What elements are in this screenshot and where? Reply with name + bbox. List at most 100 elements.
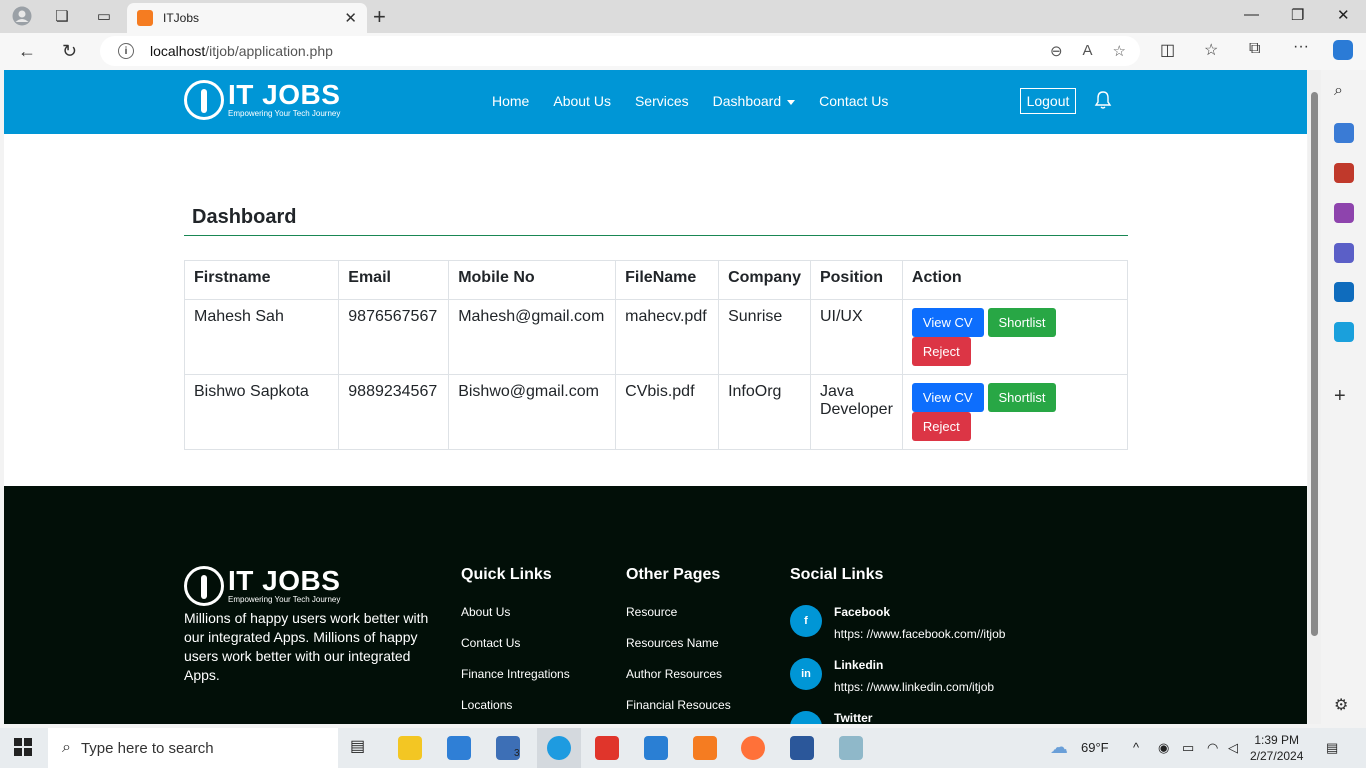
reject-button[interactable]: Reject [911, 412, 971, 441]
quick-links-column: Quick Links About Us Contact Us Finance … [461, 566, 570, 724]
shopping-icon[interactable] [1334, 123, 1354, 143]
nav-services[interactable]: Services [635, 93, 689, 109]
tray-chevron-icon[interactable]: ^ [1133, 740, 1139, 755]
restore-icon[interactable]: ❐ [1291, 6, 1304, 24]
copilot-icon[interactable] [1333, 40, 1353, 60]
nav-contact-us[interactable]: Contact Us [819, 93, 888, 109]
search-icon[interactable]: ⌕ [1334, 82, 1354, 102]
word-icon[interactable] [790, 736, 814, 760]
outlook-icon[interactable] [1334, 282, 1354, 302]
tab-actions-icon[interactable]: ▭ [92, 5, 116, 27]
notification-bell-icon[interactable] [1094, 90, 1112, 112]
microsoft-store-icon[interactable] [447, 736, 471, 760]
social-name: Linkedin [834, 658, 884, 672]
page-viewport: IT JOBS Empowering Your Tech Journey Hom… [4, 70, 1307, 724]
nav-home[interactable]: Home [492, 93, 529, 109]
taskbar-search-box[interactable]: ⌕ Type here to search [48, 728, 338, 768]
search-icon: ⌕ [62, 739, 71, 756]
social-item-linkedin[interactable]: in Linkedin https: //www.linkedin.com/it… [790, 658, 1005, 711]
weather-icon[interactable]: ☁ [1050, 737, 1068, 758]
split-screen-icon[interactable]: ◫ [1160, 40, 1175, 60]
twitter-icon [790, 711, 822, 724]
shortlist-button[interactable]: Shortlist [987, 383, 1057, 412]
file-explorer-icon[interactable] [398, 736, 422, 760]
social-item-twitter[interactable]: Twitter [790, 711, 1005, 724]
footer-link[interactable]: Finance Intregations [461, 667, 570, 698]
table-row: Mahesh Sah 9876567567 Mahesh@gmail.com m… [183, 299, 1129, 375]
zoom-out-icon[interactable]: ⊖ [1050, 42, 1063, 60]
notes-app-icon[interactable] [839, 736, 863, 760]
favorite-star-icon[interactable]: ☆ [1113, 42, 1126, 60]
url-path: /itjob/application.php [205, 43, 333, 59]
column-header: Mobile No [448, 260, 617, 300]
site-info-icon[interactable]: i [118, 43, 134, 59]
cell-firstname: Mahesh Sah [183, 299, 340, 375]
site-logo[interactable]: IT JOBS Empowering Your Tech Journey [184, 80, 340, 120]
scrollbar-thumb[interactable] [1311, 92, 1318, 636]
windows-start-icon[interactable] [14, 738, 32, 756]
tools-icon[interactable] [1334, 163, 1354, 183]
edge-icon[interactable] [547, 736, 571, 760]
shortlist-button[interactable]: Shortlist [987, 308, 1057, 337]
workspaces-icon[interactable]: ❏ [50, 5, 74, 27]
volume-icon[interactable]: ◁ [1228, 740, 1238, 756]
notifications-icon[interactable]: ▤ [1326, 740, 1338, 756]
profile-icon[interactable] [10, 5, 34, 27]
windows-taskbar: ⌕ Type here to search ▤ 3 ☁ 69°F ^ ◉ ▭ ◠… [0, 728, 1366, 768]
logout-button[interactable]: Logout [1020, 88, 1076, 114]
battery-icon[interactable]: ▭ [1182, 740, 1194, 756]
add-sidebar-icon[interactable]: + [1334, 385, 1354, 407]
wifi-icon[interactable]: ◠ [1207, 740, 1218, 756]
task-view-icon[interactable]: ▤ [350, 736, 374, 760]
collections-icon[interactable]: ⧉ [1249, 40, 1260, 58]
read-aloud-icon[interactable]: A [1083, 42, 1093, 60]
xampp-icon[interactable] [693, 736, 717, 760]
brand-tagline: Empowering Your Tech Journey [228, 109, 341, 118]
footer-link[interactable]: Locations [461, 698, 570, 724]
telegram-icon[interactable] [1334, 322, 1354, 342]
footer-link[interactable]: Author Resources [626, 667, 731, 698]
view-cv-button[interactable]: View CV [911, 383, 984, 412]
url-field[interactable]: i localhost/itjob/application.php ⊖ A ☆ [100, 36, 1140, 66]
reject-button[interactable]: Reject [911, 337, 971, 366]
new-tab-icon[interactable]: + [373, 4, 386, 30]
footer-link[interactable]: Contact Us [461, 636, 570, 667]
close-window-icon[interactable]: ✕ [1337, 6, 1350, 24]
view-cv-button[interactable]: View CV [911, 308, 984, 337]
vscode-icon[interactable] [644, 736, 668, 760]
quick-links-title: Quick Links [461, 566, 552, 583]
sidebar-settings-icon[interactable]: ⚙ [1334, 695, 1354, 715]
footer-link[interactable]: Financial Resouces [626, 698, 731, 724]
other-pages-column: Other Pages Resource Resources Name Auth… [626, 566, 731, 724]
games-icon[interactable] [1334, 203, 1354, 223]
more-menu-icon[interactable]: ··· [1293, 38, 1309, 56]
refresh-icon[interactable]: ↻ [62, 41, 77, 62]
close-tab-icon[interactable]: ✕ [344, 9, 357, 27]
microsoft365-icon[interactable] [1334, 243, 1354, 263]
cell-company: Sunrise [718, 299, 811, 375]
meet-icon[interactable]: ◉ [1158, 740, 1169, 756]
cell-email: 9876567567 [338, 299, 450, 375]
taskbar-clock[interactable]: 1:39 PM 2/27/2024 [1250, 732, 1303, 764]
cell-mobile: Bishwo@gmail.com [448, 374, 617, 450]
vivaldi-icon[interactable] [595, 736, 619, 760]
nav-dashboard[interactable]: Dashboard [713, 93, 796, 109]
footer-link[interactable]: Resources Name [626, 636, 731, 667]
social-item-facebook[interactable]: f Facebook https: //www.facebook.com//it… [790, 605, 1005, 658]
cell-mobile: Mahesh@gmail.com [448, 299, 617, 375]
minimize-icon[interactable]: — [1244, 6, 1259, 23]
browser-tab-active[interactable]: ITJobs ✕ [127, 3, 367, 33]
footer-link[interactable]: About Us [461, 605, 570, 636]
applications-table: Firstname Email Mobile No FileName Compa… [183, 260, 1129, 450]
page-scrollbar[interactable] [1308, 70, 1321, 724]
footer-link[interactable]: Resource [626, 605, 731, 636]
weather-temp[interactable]: 69°F [1081, 740, 1109, 755]
footer-logo[interactable]: IT JOBS Empowering Your Tech Journey [184, 566, 340, 606]
browser-sidebar: ⌕ + ⚙ [1322, 70, 1366, 726]
site-header: IT JOBS Empowering Your Tech Journey Hom… [4, 70, 1307, 134]
cell-company: InfoOrg [718, 374, 811, 450]
favorites-icon[interactable]: ☆ [1204, 40, 1218, 60]
firefox-icon[interactable] [741, 736, 765, 760]
nav-about-us[interactable]: About Us [553, 93, 611, 109]
back-icon[interactable]: ← [18, 41, 36, 62]
